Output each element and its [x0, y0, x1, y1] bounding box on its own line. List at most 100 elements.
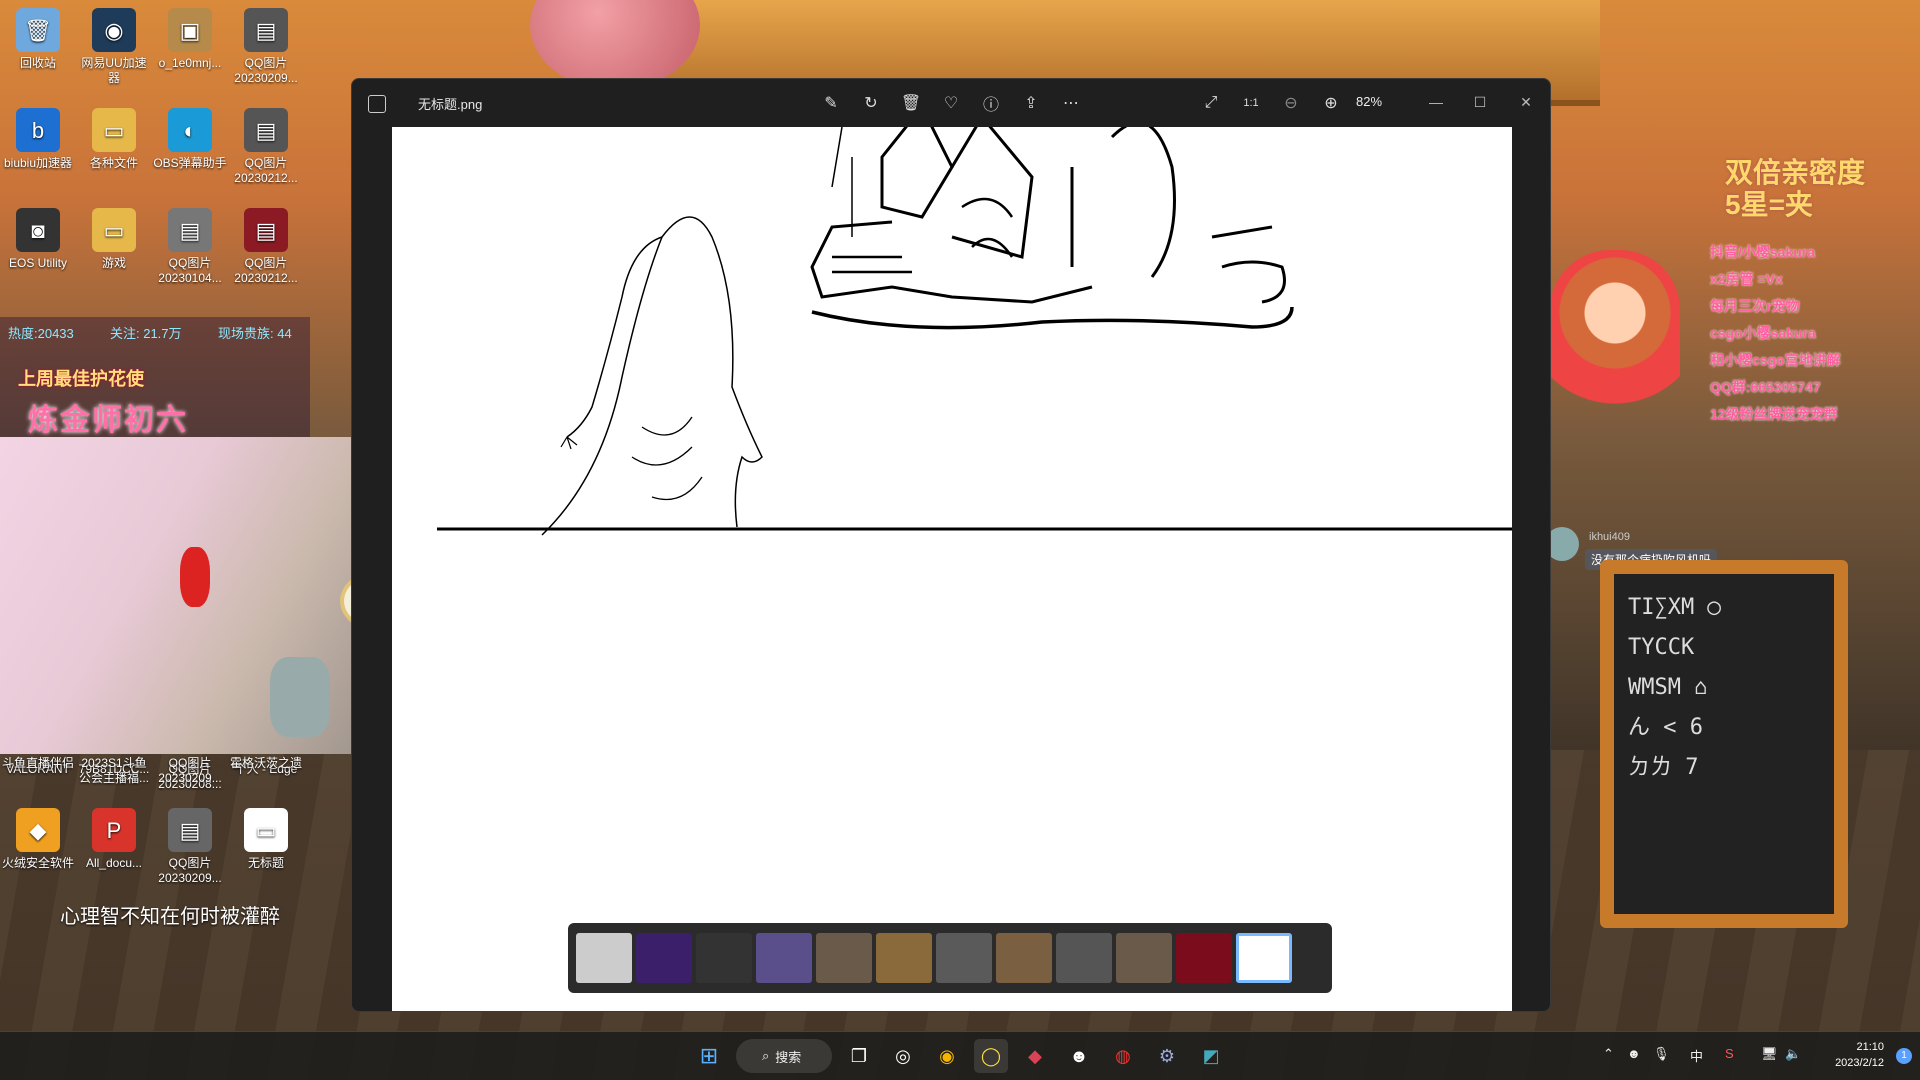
thumbnail[interactable] — [936, 933, 992, 983]
desktop-icon-image: ▤ — [244, 208, 288, 252]
image-canvas[interactable] — [392, 104, 1512, 1011]
vase — [180, 547, 210, 607]
song-lyric-overlay: 心理智不知在何时被灌醉 — [60, 906, 280, 928]
qq-icon[interactable]: ☻ — [1062, 1039, 1096, 1073]
desktop-icon-image: ▭ — [92, 208, 136, 252]
sogou-icon[interactable]: S — [1725, 1046, 1734, 1061]
app-icon[interactable]: ◩ — [1194, 1039, 1228, 1073]
desktop-icon-label: o_1e0mnj... — [158, 56, 222, 70]
zoom-level[interactable]: 82% — [1356, 94, 1382, 109]
search-icon: ⌕ — [762, 1048, 770, 1063]
stream-heat: 热度:20433 — [8, 326, 74, 341]
thumbnail[interactable] — [576, 933, 632, 983]
banner-subtitle: 上周最佳护花使 — [18, 369, 144, 389]
rotate-icon[interactable]: ↻ — [856, 89, 886, 117]
desktop-icon[interactable]: b biubiu加速器 — [0, 102, 76, 171]
desktop-icon-image: ▤ — [168, 808, 212, 852]
zoom-in-icon[interactable]: ⊕ — [1316, 89, 1346, 117]
desktop-icon[interactable]: ▤ QQ图片 20230209... — [152, 802, 228, 886]
clock-time: 21:10 — [1856, 1041, 1884, 1053]
thumbnail[interactable] — [636, 933, 692, 983]
banner-title: 炼金师初六 — [28, 404, 188, 437]
desktop-icon[interactable]: ◙ EOS Utility — [0, 202, 76, 271]
photos-app-icon[interactable] — [368, 95, 386, 113]
desktop-icon-label: 斗鱼直播伴侣 — [1, 756, 74, 770]
desktop-icon[interactable]: 🗑 回收站 — [0, 2, 76, 71]
minimize-button[interactable]: — — [1418, 87, 1454, 117]
desktop-icon-image: ▤ — [244, 8, 288, 52]
panel-info-line: 12级粉丝牌送宠宠群 — [1710, 406, 1838, 422]
photos-app-icon-taskbar[interactable]: ◯ — [974, 1039, 1008, 1073]
tray-app-icon[interactable]: ☻ — [1627, 1046, 1641, 1061]
panel-title-2: 5星=夹 — [1725, 189, 1813, 220]
desktop-icon[interactable]: ▤ QQ图片 20230104... — [152, 202, 228, 286]
desktop-icon-image: ◆ — [16, 808, 60, 852]
start-icon[interactable]: ⊞ — [692, 1039, 726, 1073]
ime-indicator[interactable]: 中 — [1690, 1046, 1703, 1065]
more-icon[interactable]: ⋯ — [1056, 89, 1086, 117]
valorant-icon[interactable]: ◆ — [1018, 1039, 1052, 1073]
microphone — [270, 657, 330, 737]
desktop-icon-label: QQ图片 20230104... — [158, 256, 222, 285]
chrome-icon[interactable]: ◉ — [930, 1039, 964, 1073]
desktop-icon-label: 游戏 — [101, 256, 126, 270]
desktop-icon-image: ◐ — [168, 108, 212, 152]
search-button[interactable]: ⌕ 搜索 — [736, 1039, 832, 1073]
thumbnail[interactable] — [1176, 933, 1232, 983]
search-label: 搜索 — [775, 1049, 802, 1065]
desktop-icon[interactable]: ◉ 网易UU加速器 — [76, 2, 152, 86]
thumbnail[interactable] — [1116, 933, 1172, 983]
actual-size-icon[interactable]: 1:1 — [1236, 89, 1266, 117]
edit-icon[interactable]: ✎ — [816, 89, 846, 117]
desktop-icon[interactable]: ◐ OBS弹幕助手 — [152, 102, 228, 171]
thumbnail[interactable] — [816, 933, 872, 983]
photos-app-window: 无标题.png ✎ ↻ 🗑 ♡ ⓘ ⇪ ⋯ ⤢ 1:1 ⊖ ⊕ 82% — ☐ … — [351, 78, 1551, 1012]
desktop-icon[interactable]: ▤ QQ图片 20230212... — [228, 202, 304, 286]
filmstrip — [568, 923, 1332, 993]
steam-icon[interactable]: ⚙ — [1150, 1039, 1184, 1073]
fullscreen-icon[interactable]: ⤢ — [1196, 89, 1226, 117]
desktop-icon[interactable]: ▣ o_1e0mnj... — [152, 2, 228, 71]
panel-info-line: 和小樱csgo宫地讲解 — [1710, 352, 1841, 368]
panel-title-1: 双倍亲密度 — [1725, 157, 1866, 188]
tray-overflow-icon[interactable]: ⌃ — [1603, 1046, 1614, 1062]
maximize-button[interactable]: ☐ — [1462, 87, 1498, 117]
desktop-icon[interactable]: ▭ 无标题 — [228, 802, 304, 871]
info-icon[interactable]: ⓘ — [976, 89, 1006, 117]
volume-icon[interactable]: 🔈 — [1785, 1046, 1801, 1062]
desktop-icon[interactable]: ▭ 游戏 — [76, 202, 152, 271]
netease-music-icon[interactable]: ◍ — [1106, 1039, 1140, 1073]
desktop-icon-image: 🗑 — [16, 8, 60, 52]
thumbnail[interactable] — [1056, 933, 1112, 983]
thumbnail[interactable] — [996, 933, 1052, 983]
clock-date: 2023/2/12 — [1835, 1057, 1884, 1069]
wallpaper-chalkboard: TI∑XM ◯ TYCCK WMSM ⌂ ん < 6 ㄉㄌ 7 — [1600, 560, 1848, 928]
share-icon[interactable]: ⇪ — [1016, 89, 1046, 117]
desktop-icon-label: EOS Utility — [8, 256, 67, 270]
delete-icon[interactable]: 🗑 — [896, 89, 926, 117]
desktop-icon[interactable]: P All_docu... — [76, 802, 152, 871]
desktop-icon-label: OBS弹幕助手 — [153, 156, 227, 170]
network-icon[interactable]: 🖥 — [1761, 1046, 1778, 1062]
desktop-icon[interactable]: ◆ 火绒安全软件 — [0, 802, 76, 871]
task-view-icon[interactable]: ❐ — [842, 1039, 876, 1073]
desktop-icon[interactable]: ▤ QQ图片 20230212... — [228, 102, 304, 186]
microphone-icon[interactable]: 🎙 — [1653, 1046, 1670, 1062]
favorite-icon[interactable]: ♡ — [936, 89, 966, 117]
thumbnail[interactable] — [756, 933, 812, 983]
thumbnail[interactable] — [696, 933, 752, 983]
desktop-icon-image: ▭ — [244, 808, 288, 852]
desktop-icon-image: b — [16, 108, 60, 152]
zoom-out-icon[interactable]: ⊖ — [1276, 89, 1306, 117]
obs-icon[interactable]: ◎ — [886, 1039, 920, 1073]
clock[interactable]: 21:10 2023/2/12 — [1835, 1039, 1884, 1071]
desktop-icon-label: 无标题 — [247, 856, 284, 870]
close-button[interactable]: ✕ — [1508, 87, 1544, 117]
notification-badge[interactable]: 1 — [1896, 1048, 1912, 1064]
thumbnail[interactable] — [876, 933, 932, 983]
desktop-icon[interactable]: ▭ 各种文件 — [76, 102, 152, 171]
desktop-icon[interactable]: ▤ QQ图片 20230209... — [228, 2, 304, 86]
panel-info-line: QQ群:665305747 — [1710, 379, 1821, 395]
desktop-icon-image: ▭ — [92, 108, 136, 152]
thumbnail-selected[interactable] — [1236, 933, 1292, 983]
